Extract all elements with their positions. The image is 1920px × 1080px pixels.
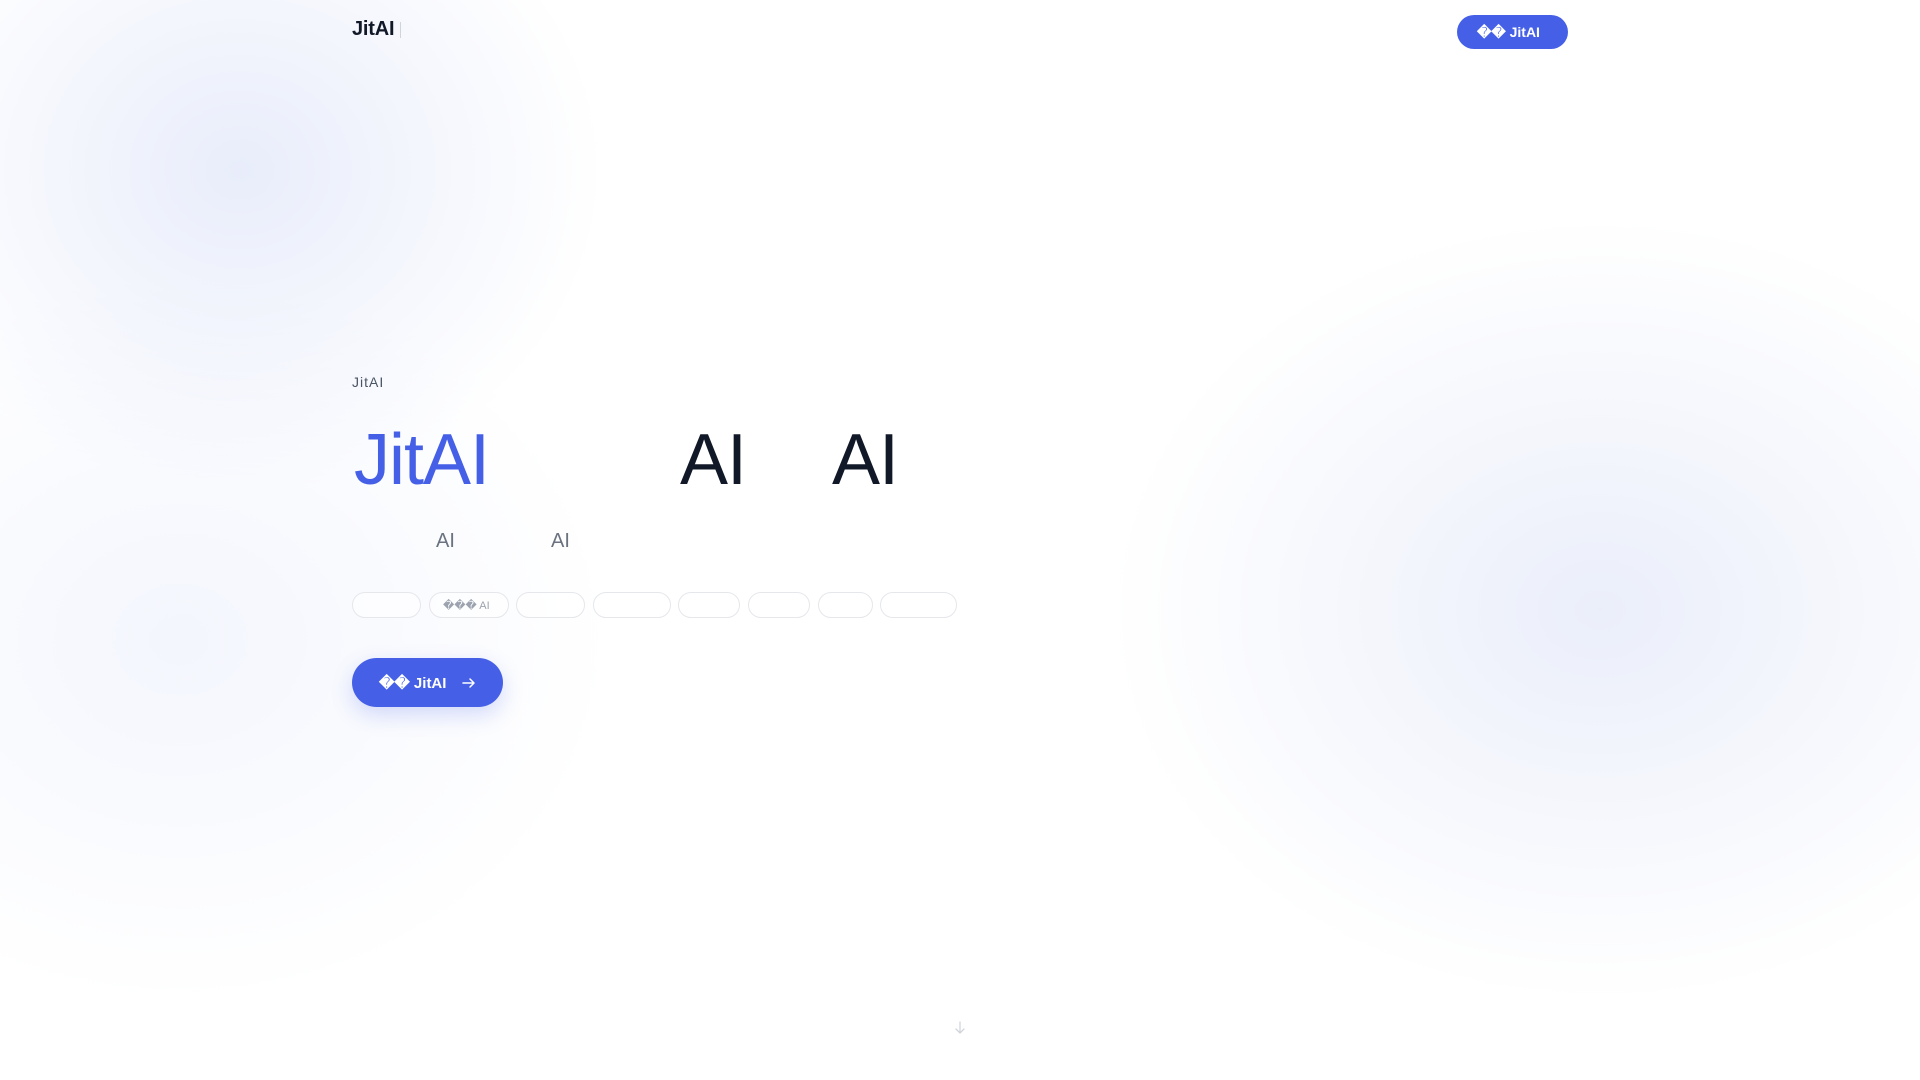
subtitle-ai-1: AI xyxy=(436,530,455,552)
hero-headline: JitAI AI AI xyxy=(352,418,1052,502)
subtitle-ai-2: AI xyxy=(551,530,570,552)
brand[interactable]: JitAI xyxy=(352,18,402,41)
hero-eyebrow: JitAI xyxy=(352,374,385,390)
headline-brand: JitAI xyxy=(354,420,490,500)
header-cta-button[interactable]: �� JitAI xyxy=(1457,15,1568,49)
brand-logo-text[interactable]: JitAI xyxy=(352,18,395,41)
feature-tag[interactable] xyxy=(818,592,873,618)
feature-tag[interactable] xyxy=(748,592,810,618)
feature-tag[interactable]: ��� AI xyxy=(429,592,509,618)
hero-cta-label: �� JitAI xyxy=(379,674,447,692)
feature-tag[interactable] xyxy=(352,592,421,618)
hero-cta-button[interactable]: �� JitAI xyxy=(352,658,503,707)
arrow-right-icon xyxy=(462,678,475,688)
hero-subtitle: AI AI xyxy=(352,530,752,556)
landing-page: JitAI �� JitAI JitAI JitAI AI AI AI AI �… xyxy=(0,0,1920,1080)
brand-divider xyxy=(400,21,402,38)
headline-ai-2: AI xyxy=(832,420,899,500)
arrow-down-icon[interactable] xyxy=(953,1020,967,1036)
feature-tag[interactable] xyxy=(678,592,740,618)
headline-ai-1: AI xyxy=(680,420,747,500)
feature-tag[interactable] xyxy=(880,592,957,618)
feature-tags: ��� AI xyxy=(352,592,992,618)
feature-tag[interactable] xyxy=(593,592,671,618)
feature-tag[interactable] xyxy=(516,592,585,618)
